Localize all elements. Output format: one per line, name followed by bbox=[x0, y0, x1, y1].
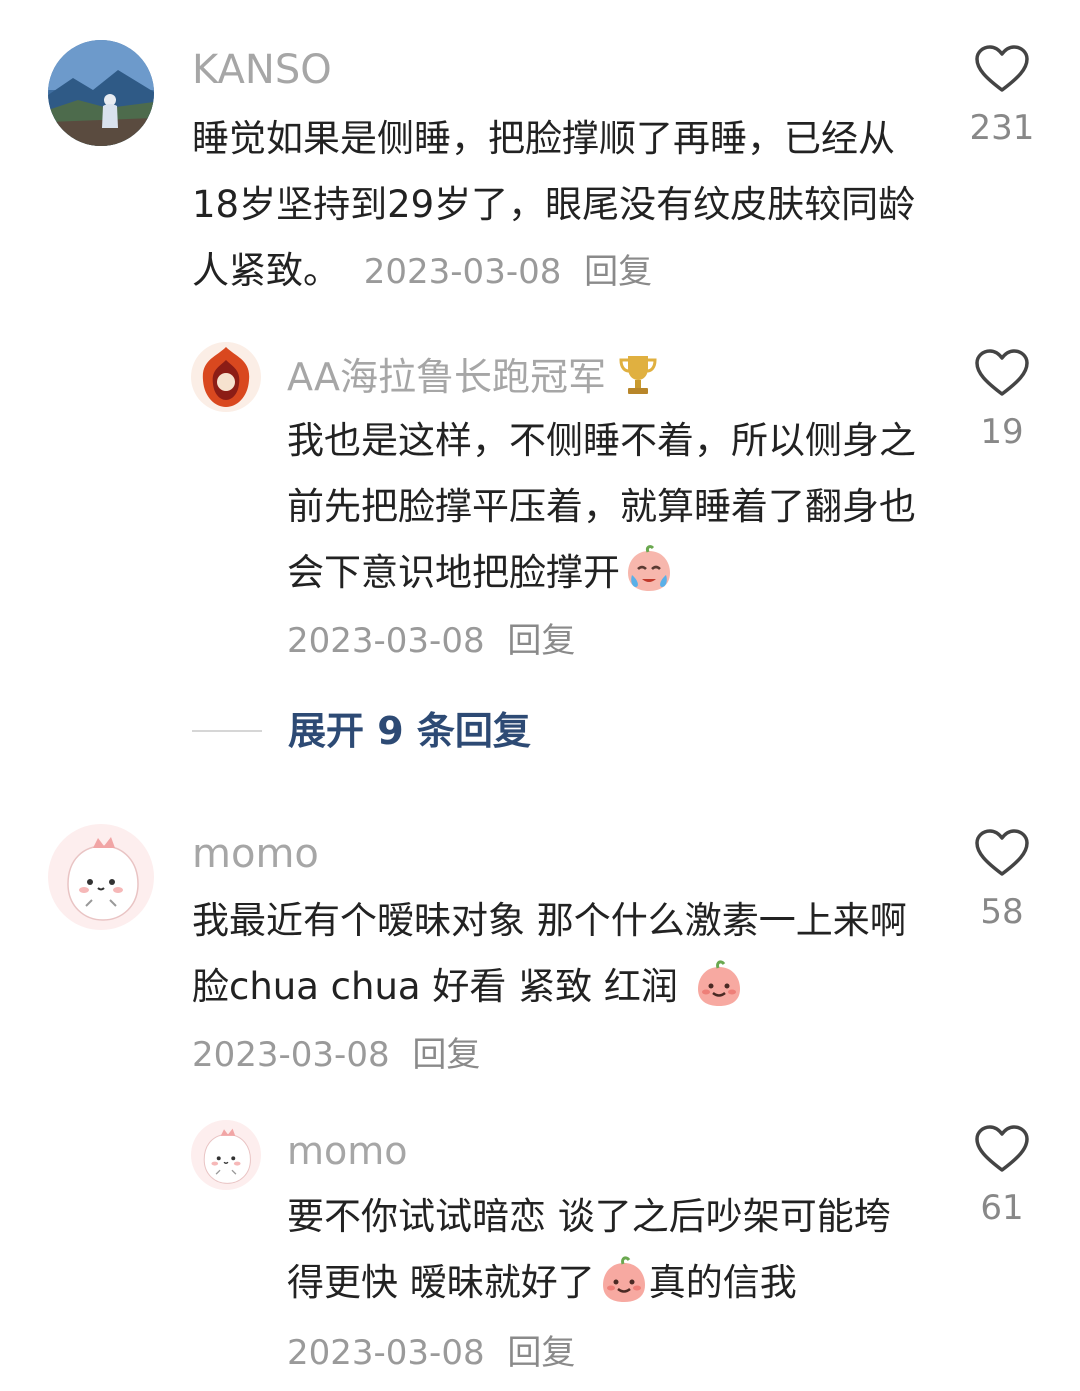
username-label: AA海拉鲁长跑冠军 bbox=[287, 355, 607, 399]
reply-date: 2023-03-08 bbox=[287, 1333, 485, 1373]
reply-text: 我也是这样，不侧睡不着，所以侧身之前先把脸撑平压着，就算睡着了翻身也会下意识地把… bbox=[287, 408, 917, 606]
pink-cartoon-avatar bbox=[48, 824, 154, 930]
like-button[interactable]: 19 bbox=[957, 348, 1047, 452]
avatar[interactable] bbox=[191, 342, 261, 412]
comment-date: 2023-03-08 bbox=[363, 252, 562, 292]
like-button[interactable]: 231 bbox=[957, 44, 1047, 148]
avatar[interactable] bbox=[48, 40, 154, 146]
expand-replies-label: 展开 9 条回复 bbox=[288, 709, 531, 753]
mountain-landscape-avatar bbox=[48, 40, 154, 146]
pink-cartoon-avatar bbox=[191, 1120, 261, 1190]
reply-button[interactable]: 回复 bbox=[412, 1035, 480, 1075]
expand-replies-button[interactable]: 展开 9 条回复 bbox=[192, 712, 531, 750]
like-count: 61 bbox=[980, 1188, 1024, 1228]
reply-meta: 2023-03-08 回复 bbox=[287, 1336, 575, 1370]
reply-username[interactable]: AA海拉鲁长跑冠军 bbox=[287, 352, 658, 398]
reply-body-tail: 真的信我 bbox=[648, 1261, 797, 1304]
divider bbox=[192, 730, 262, 732]
reply-meta: 2023-03-08 回复 bbox=[287, 624, 575, 658]
heart-outline-icon bbox=[975, 1125, 1029, 1172]
reply-button[interactable]: 回复 bbox=[507, 621, 575, 661]
peach-smile-emoji bbox=[602, 1256, 645, 1302]
like-count: 231 bbox=[969, 108, 1035, 148]
heart-outline-icon bbox=[975, 45, 1029, 92]
reply-button[interactable]: 回复 bbox=[584, 252, 652, 292]
comment-username[interactable]: momo bbox=[192, 834, 319, 874]
like-count: 58 bbox=[980, 892, 1024, 932]
avatar[interactable] bbox=[48, 824, 154, 930]
comment-body: 我最近有个暧昧对象 那个什么激素一上来啊 脸chua chua 好看 紧致 红润 bbox=[192, 899, 907, 1008]
reply-body: 我也是这样，不侧睡不着，所以侧身之前先把脸撑平压着，就算睡着了翻身也会下意识地把… bbox=[287, 419, 916, 594]
heart-outline-icon bbox=[975, 829, 1029, 876]
heart-outline-icon bbox=[975, 349, 1029, 396]
comment-text: 睡觉如果是侧睡，把脸撑顺了再睡，已经从18岁坚持到29岁了，眼尾没有纹皮肤较同龄… bbox=[192, 106, 932, 305]
comment-text: 我最近有个暧昧对象 那个什么激素一上来啊 脸chua chua 好看 紧致 红润 bbox=[192, 888, 922, 1020]
reply-body: 要不你试试暗恋 谈了之后吵架可能垮得更快 暧昧就好了 bbox=[287, 1195, 891, 1304]
peach-smile-emoji bbox=[697, 960, 740, 1006]
like-button[interactable]: 58 bbox=[957, 828, 1047, 932]
reply-username[interactable]: momo bbox=[287, 1132, 408, 1170]
reply-button[interactable]: 回复 bbox=[507, 1333, 575, 1373]
reply-date: 2023-03-08 bbox=[287, 621, 485, 661]
like-count: 19 bbox=[980, 412, 1024, 452]
crying-emoji bbox=[628, 545, 670, 591]
flame-avatar bbox=[191, 342, 261, 412]
reply-text: 要不你试试暗恋 谈了之后吵架可能垮得更快 暧昧就好了 真的信我 bbox=[287, 1184, 927, 1316]
trophy-icon bbox=[619, 356, 657, 394]
comment-username[interactable]: KANSO bbox=[192, 50, 332, 90]
comment-meta: 2023-03-08 回复 bbox=[192, 1038, 480, 1072]
like-button[interactable]: 61 bbox=[957, 1124, 1047, 1228]
comment-date: 2023-03-08 bbox=[192, 1035, 390, 1075]
avatar[interactable] bbox=[191, 1120, 261, 1190]
